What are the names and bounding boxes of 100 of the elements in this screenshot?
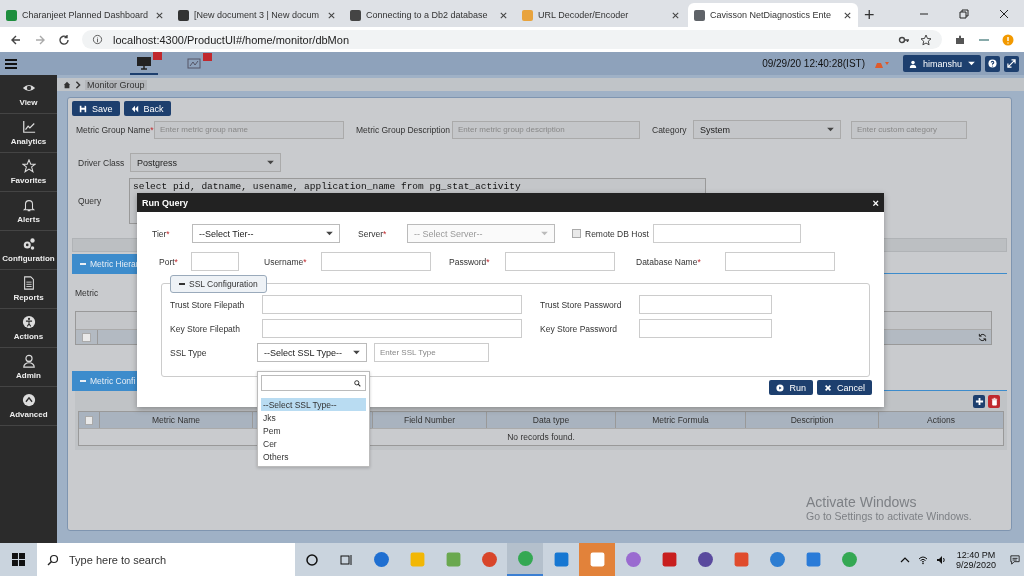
checkbox[interactable]	[82, 332, 91, 342]
app-icon[interactable]	[480, 551, 498, 568]
browser-tab[interactable]: Connecting to a Db2 database	[344, 3, 514, 27]
ssl-configuration-toggle[interactable]: SSL Configuration	[170, 275, 267, 293]
app-icon[interactable]	[660, 551, 678, 568]
delete-button[interactable]	[988, 395, 1000, 408]
category-select[interactable]: System	[693, 120, 841, 139]
key-store-password-field[interactable]	[639, 319, 772, 338]
favicon-icon	[6, 9, 17, 21]
close-icon[interactable]	[155, 10, 164, 20]
app-icon[interactable]	[624, 551, 642, 568]
menu-icon[interactable]	[4, 57, 18, 70]
app-icon[interactable]	[696, 551, 714, 568]
trust-store-filepath-field[interactable]	[262, 295, 522, 314]
doc-icon	[21, 276, 36, 290]
key-store-filepath-field[interactable]	[262, 319, 522, 338]
checkbox[interactable]	[85, 415, 93, 425]
run-button[interactable]: Run	[769, 380, 813, 395]
required-mark: *	[383, 228, 387, 239]
date-time: 09/29/20 12:40:28(IST)	[762, 58, 865, 69]
dropdown-option[interactable]: Jks	[261, 411, 366, 425]
app-icon[interactable]	[372, 551, 390, 568]
address-bar[interactable]: localhost:4300/ProductUI#/home/monitor/dbMon	[82, 30, 942, 49]
app-icon[interactable]	[588, 551, 606, 568]
expand-icon	[1007, 59, 1016, 68]
browser-tab[interactable]: URL Decoder/Encoder	[516, 3, 686, 27]
caret-icon	[353, 350, 360, 355]
speaker-icon[interactable]	[935, 554, 946, 565]
user-menu-button[interactable]: himanshu	[903, 55, 981, 72]
fullscreen-button[interactable]	[1004, 55, 1019, 72]
browser-tab[interactable]: Charanjeet Planned Dashboard	[0, 3, 170, 27]
chart-icon	[186, 56, 202, 71]
chevron-icon	[74, 80, 82, 89]
cortana-icon[interactable]	[304, 551, 320, 568]
dropdown-option[interactable]: Others	[261, 450, 366, 463]
add-button[interactable]	[973, 395, 985, 408]
plus-icon	[974, 397, 984, 406]
tier-select[interactable]: --Select Tier--	[192, 224, 340, 243]
help-button[interactable]	[985, 55, 1000, 72]
wifi-icon[interactable]	[917, 554, 928, 565]
save-button[interactable]: Save	[72, 101, 120, 116]
remote-db-host-field[interactable]	[653, 224, 801, 243]
new-tab-button[interactable]: +	[860, 6, 879, 24]
activation-title: Activate Windows	[806, 494, 918, 510]
close-icon	[824, 383, 832, 392]
remote-db-host-checkbox[interactable]	[572, 229, 581, 238]
app-icon[interactable]	[552, 551, 570, 568]
close-icon[interactable]	[327, 10, 336, 20]
puzzle-icon[interactable]	[954, 33, 966, 46]
forward-arrow-icon[interactable]	[34, 33, 46, 46]
alert-icon[interactable]	[1002, 33, 1014, 46]
username-field[interactable]	[321, 252, 431, 271]
restore-icon[interactable]	[958, 8, 970, 20]
favicon-icon	[522, 9, 533, 21]
taskbar-search-field[interactable]: Type here to search	[37, 543, 295, 576]
app-icon[interactable]	[840, 551, 858, 568]
required-mark: *	[150, 124, 154, 135]
app-icon[interactable]	[732, 551, 750, 568]
password-field[interactable]	[505, 252, 615, 271]
notification-icon[interactable]	[1010, 554, 1020, 565]
user-icon	[21, 354, 36, 368]
cancel-button[interactable]: Cancel	[817, 380, 872, 395]
browser-tab[interactable]: [New document 3 | New docum	[172, 3, 342, 27]
close-icon[interactable]	[671, 10, 680, 20]
port-field[interactable]	[191, 252, 239, 271]
gears-icon	[21, 237, 36, 251]
trust-store-password-field[interactable]	[639, 295, 772, 314]
database-name-field[interactable]	[725, 252, 835, 271]
close-icon[interactable]	[998, 8, 1010, 20]
up-icon	[21, 393, 36, 407]
dialog-title-bar: Run Query ×	[137, 193, 884, 212]
dropdown-search-field[interactable]	[261, 375, 366, 392]
app-icon[interactable]	[768, 551, 786, 568]
dropdown-option[interactable]: --Select SSL Type--	[261, 398, 366, 412]
close-icon[interactable]	[499, 10, 508, 20]
favicon-icon	[694, 9, 705, 21]
activation-hint: Go to Settings to activate Windows.	[806, 510, 973, 522]
back-arrow-icon[interactable]	[10, 33, 22, 46]
minus-icon	[80, 379, 86, 382]
floppy-icon	[79, 104, 87, 113]
reload-icon[interactable]	[58, 33, 70, 46]
play-icon	[776, 383, 785, 392]
browser-tab[interactable]: Cavisson NetDiagnostics Ente	[688, 3, 858, 27]
taskbar-clock[interactable]: 12:40 PM 9/29/2020	[955, 549, 996, 570]
ssl-type-field[interactable]: Enter SSL Type	[374, 343, 489, 362]
user-icon	[909, 59, 917, 68]
close-icon[interactable]	[843, 10, 852, 20]
star-icon[interactable]	[920, 33, 932, 46]
breadcrumb-item[interactable]: Monitor Group	[85, 79, 147, 90]
refresh-icon[interactable]	[978, 332, 987, 342]
driver-class-select[interactable]: Postgress	[130, 153, 281, 172]
close-button[interactable]: ×	[872, 196, 879, 209]
home-icon[interactable]	[63, 80, 71, 89]
windows-logo-icon[interactable]	[12, 553, 25, 566]
field-label: Port	[159, 256, 175, 267]
ssl-type-select[interactable]: --Select SSL Type--	[257, 343, 367, 362]
back-button[interactable]: Back	[123, 101, 171, 116]
required-mark: *	[303, 256, 307, 267]
figure-icon	[21, 315, 36, 329]
app-icon[interactable]	[804, 551, 822, 568]
